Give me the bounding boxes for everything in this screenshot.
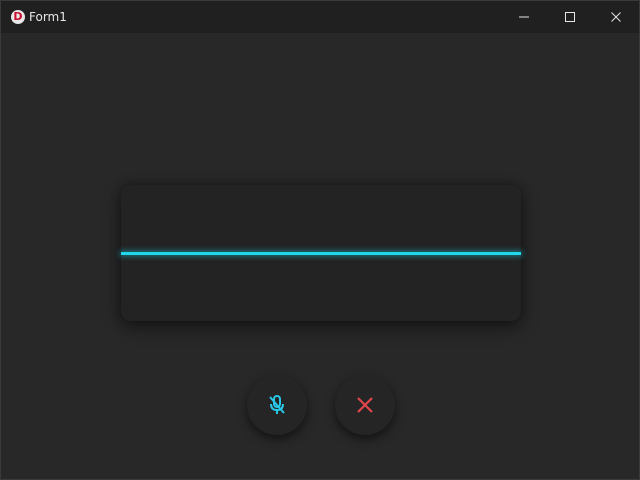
close-window-button[interactable] <box>593 1 639 33</box>
cancel-button[interactable] <box>335 375 395 435</box>
mic-toggle-button[interactable] <box>247 375 307 435</box>
waveform-line <box>121 252 521 255</box>
microphone-off-icon <box>269 395 285 414</box>
app-icon: D <box>11 10 25 24</box>
maximize-button[interactable] <box>547 1 593 33</box>
minimize-icon <box>519 16 529 18</box>
maximize-icon <box>565 12 575 22</box>
window-title: Form1 <box>29 10 67 24</box>
close-icon <box>611 12 621 22</box>
window-controls <box>501 1 639 33</box>
app-window: D Form1 <box>0 0 640 480</box>
title-bar[interactable]: D Form1 <box>1 1 639 33</box>
close-x-icon <box>357 397 373 413</box>
app-icon-letter: D <box>13 10 23 23</box>
form-content <box>1 33 639 479</box>
minimize-button[interactable] <box>501 1 547 33</box>
waveform-panel <box>121 185 521 321</box>
